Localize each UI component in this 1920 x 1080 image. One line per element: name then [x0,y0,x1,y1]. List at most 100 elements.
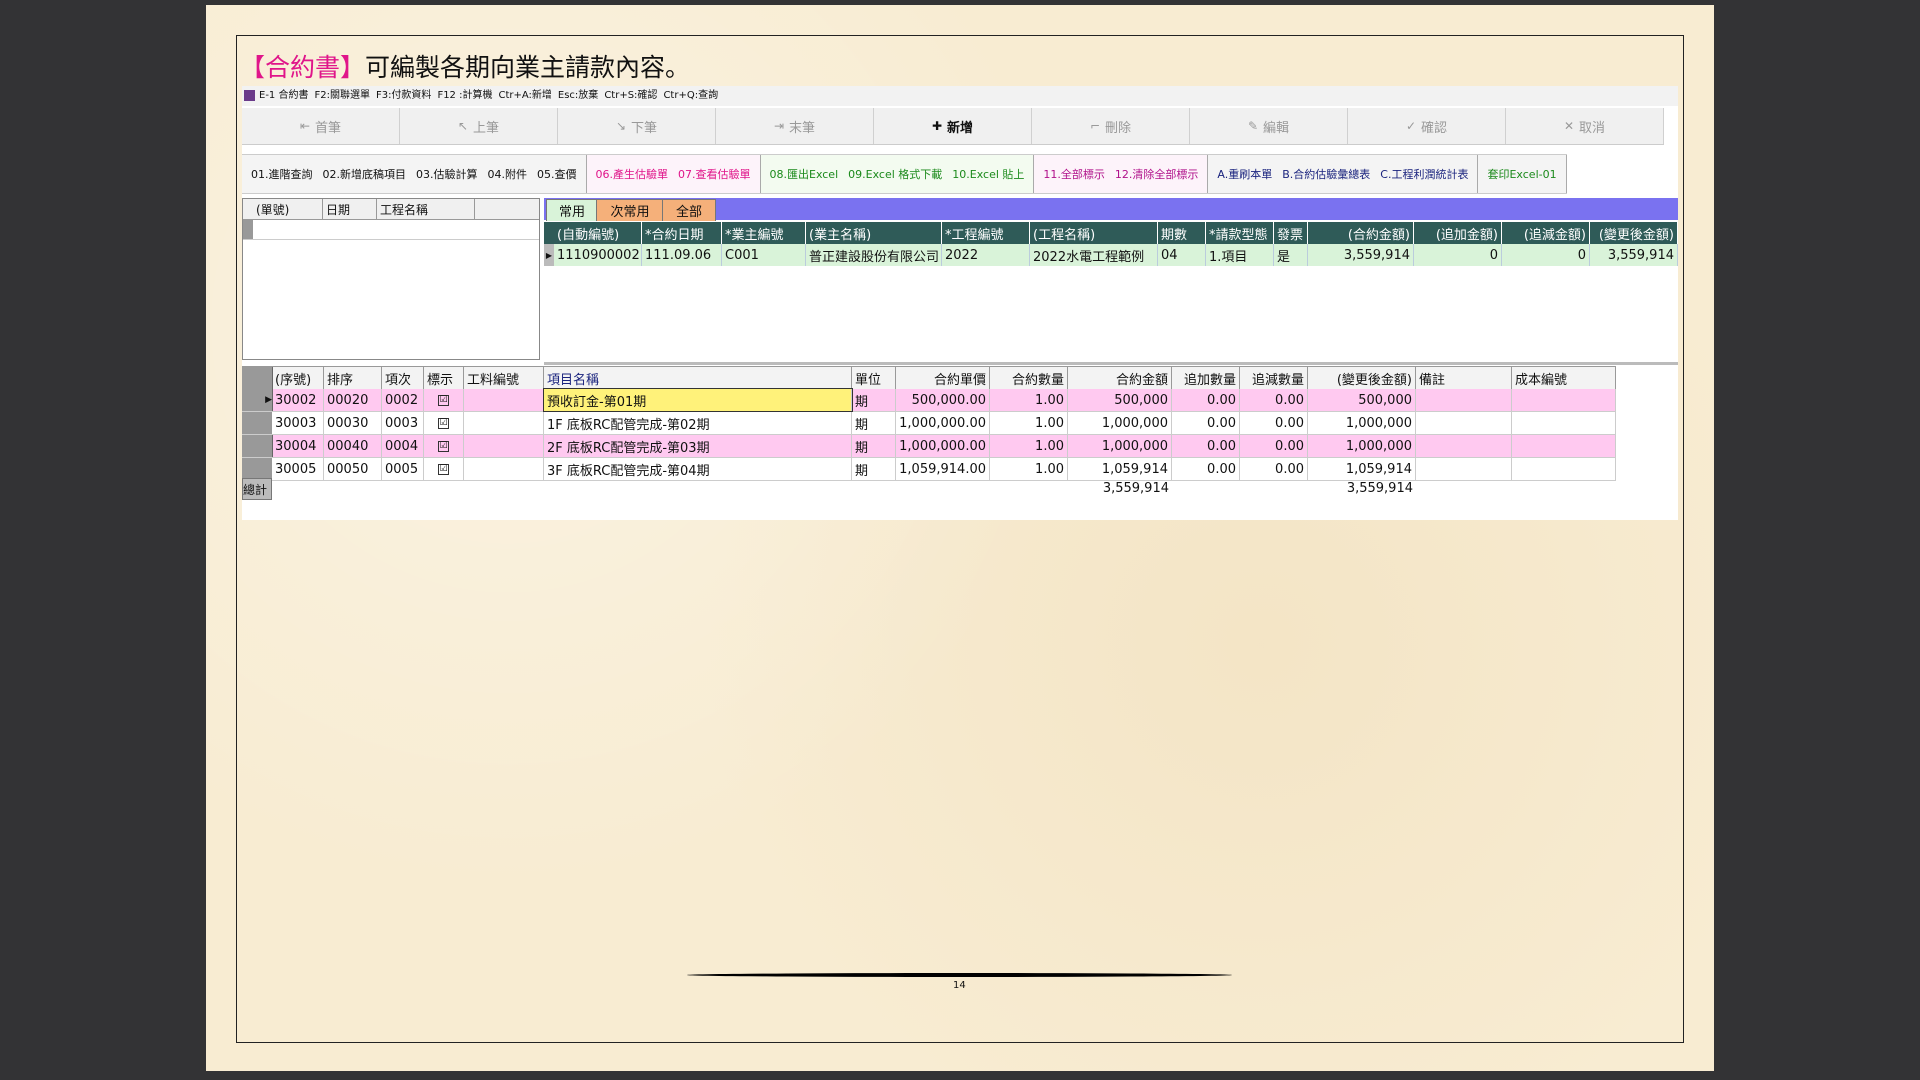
function-button-1-1[interactable]: 07.查看估驗單 [678,166,751,182]
billing-cell-5[interactable]: 預收訂金-第01期 [543,388,853,412]
checkbox-icon[interactable]: ☑ [438,440,449,452]
billing-cell-6[interactable]: 期 [852,412,896,434]
contract-cell-6[interactable]: 04 [1158,244,1206,266]
contract-cell-0[interactable]: 1110900002 [554,244,642,266]
billing-cell-10[interactable]: 0.00 [1172,458,1240,480]
function-button-0-0[interactable]: 01.進階查詢 [251,166,313,182]
nav-button-6[interactable]: ✎ 編輯 [1190,108,1348,144]
billing-cell-7[interactable]: 1,059,914.00 [896,458,990,480]
billing-cell-8[interactable]: 1.00 [990,412,1068,434]
function-button-0-1[interactable]: 02.新增底稿項目 [323,166,407,182]
nav-button-7[interactable]: ✓ 確認 [1348,108,1506,144]
nav-button-3[interactable]: ⇥ 末筆 [716,108,874,144]
billing-cell-1[interactable]: 00020 [324,389,382,411]
billing-cell-9[interactable]: 1,000,000 [1068,435,1172,457]
billing-cell-14[interactable] [1512,389,1616,411]
billing-cell-14[interactable] [1512,435,1616,457]
contract-cell-5[interactable]: 2022水電工程範例 [1030,244,1158,266]
billing-cell-5[interactable]: 2F 底板RC配管完成-第03期 [544,435,852,457]
contract-cell-3[interactable]: 普正建設股份有限公司 [806,244,942,266]
billing-cell-11[interactable]: 0.00 [1240,412,1308,434]
billing-cell-0[interactable]: 30003 [272,412,324,434]
contract-cell-10[interactable]: 0 [1414,244,1502,266]
nav-button-1[interactable]: ↖ 上筆 [400,108,558,144]
billing-cell-3[interactable]: ☑ [424,412,464,434]
billing-row-2[interactable]: 30004 00040 0004 ☑ 2F 底板RC配管完成-第03期期 1,000,00… [242,435,1616,458]
billing-cell-12[interactable]: 1,059,914 [1308,458,1416,480]
function-button-0-3[interactable]: 04.附件 [488,166,528,182]
nav-button-0[interactable]: ⇤ 首筆 [242,108,400,144]
contract-grid-row[interactable]: ▶ 1110900002 111.09.06 C001 普正建設股份有限公司 2022 20… [544,244,1678,266]
billing-cell-0[interactable]: 30005 [272,458,324,480]
billing-cell-4[interactable] [464,458,544,480]
billing-cell-8[interactable]: 1.00 [990,458,1068,480]
function-button-2-2[interactable]: 10.Excel 貼上 [952,166,1024,182]
billing-cell-13[interactable] [1416,435,1512,457]
contract-cell-9[interactable]: 3,559,914 [1308,244,1414,266]
billing-cell-2[interactable]: 0003 [382,412,424,434]
billing-cell-3[interactable]: ☑ [424,389,464,411]
billing-cell-7[interactable]: 500,000.00 [896,389,990,411]
billing-cell-1[interactable]: 00050 [324,458,382,480]
nav-button-4[interactable]: ✚ 新增 [874,108,1032,144]
billing-cell-3[interactable]: ☑ [424,435,464,457]
billing-cell-9[interactable]: 500,000 [1068,389,1172,411]
function-button-1-0[interactable]: 06.產生估驗單 [596,166,669,182]
billing-cell-12[interactable]: 1,000,000 [1308,435,1416,457]
billing-cell-13[interactable] [1416,458,1512,480]
billing-cell-7[interactable]: 1,000,000.00 [896,435,990,457]
billing-cell-14[interactable] [1512,412,1616,434]
tab-1[interactable]: 次常用 [596,199,664,221]
checkbox-icon[interactable]: ☑ [438,394,449,406]
billing-cell-3[interactable]: ☑ [424,458,464,480]
billing-cell-7[interactable]: 1,000,000.00 [896,412,990,434]
billing-cell-12[interactable]: 1,000,000 [1308,412,1416,434]
billing-cell-2[interactable]: 0005 [382,458,424,480]
billing-cell-4[interactable] [464,412,544,434]
billing-cell-5[interactable]: 1F 底板RC配管完成-第02期 [544,412,852,434]
billing-cell-13[interactable] [1416,389,1512,411]
contract-cell-4[interactable]: 2022 [942,244,1030,266]
contract-cell-8[interactable]: 是 [1274,244,1308,266]
billing-row-1[interactable]: 30003 00030 0003 ☑ 1F 底板RC配管完成-第02期期 1,000,00… [242,412,1616,435]
contract-cell-2[interactable]: C001 [722,244,806,266]
billing-cell-10[interactable]: 0.00 [1172,435,1240,457]
order-list-empty-row[interactable] [243,219,539,240]
billing-cell-12[interactable]: 500,000 [1308,389,1416,411]
billing-cell-1[interactable]: 00030 [324,412,382,434]
nav-button-8[interactable]: ✕ 取消 [1506,108,1664,144]
contract-cell-11[interactable]: 0 [1502,244,1590,266]
contract-cell-1[interactable]: 111.09.06 [642,244,722,266]
billing-cell-0[interactable]: 30002 [272,389,324,411]
nav-button-2[interactable]: ↘ 下筆 [558,108,716,144]
billing-cell-4[interactable] [464,435,544,457]
function-button-2-0[interactable]: 08.匯出Excel [770,166,839,182]
tab-0[interactable]: 常用 [546,199,598,221]
billing-cell-14[interactable] [1512,458,1616,480]
billing-cell-0[interactable]: 30004 [272,435,324,457]
billing-cell-1[interactable]: 00040 [324,435,382,457]
billing-row-0[interactable]: ▶ 30002 00020 0002 ☑ 預收訂金-第01期期 500,000.00 1.00… [242,388,1616,412]
nav-button-5[interactable]: ⌐ 刪除 [1032,108,1190,144]
billing-cell-9[interactable]: 1,000,000 [1068,412,1172,434]
billing-cell-5[interactable]: 3F 底板RC配管完成-第04期 [544,458,852,480]
billing-cell-11[interactable]: 0.00 [1240,389,1308,411]
function-button-3-0[interactable]: 11.全部標示 [1043,166,1105,182]
billing-cell-9[interactable]: 1,059,914 [1068,458,1172,480]
billing-cell-10[interactable]: 0.00 [1172,412,1240,434]
function-button-4-1[interactable]: B.合約估驗彙總表 [1282,166,1370,182]
billing-cell-11[interactable]: 0.00 [1240,435,1308,457]
function-button-0-4[interactable]: 05.查價 [537,166,577,182]
function-button-0-2[interactable]: 03.估驗計算 [416,166,478,182]
function-button-3-1[interactable]: 12.清除全部標示 [1115,166,1199,182]
billing-cell-4[interactable] [464,389,544,411]
billing-cell-8[interactable]: 1.00 [990,389,1068,411]
function-button-4-2[interactable]: C.工程利潤統計表 [1380,166,1468,182]
billing-cell-6[interactable]: 期 [852,458,896,480]
billing-cell-6[interactable]: 期 [852,389,896,411]
billing-cell-2[interactable]: 0004 [382,435,424,457]
billing-cell-11[interactable]: 0.00 [1240,458,1308,480]
contract-cell-12[interactable]: 3,559,914 [1590,244,1678,266]
billing-cell-2[interactable]: 0002 [382,389,424,411]
function-button-2-1[interactable]: 09.Excel 格式下載 [848,166,942,182]
